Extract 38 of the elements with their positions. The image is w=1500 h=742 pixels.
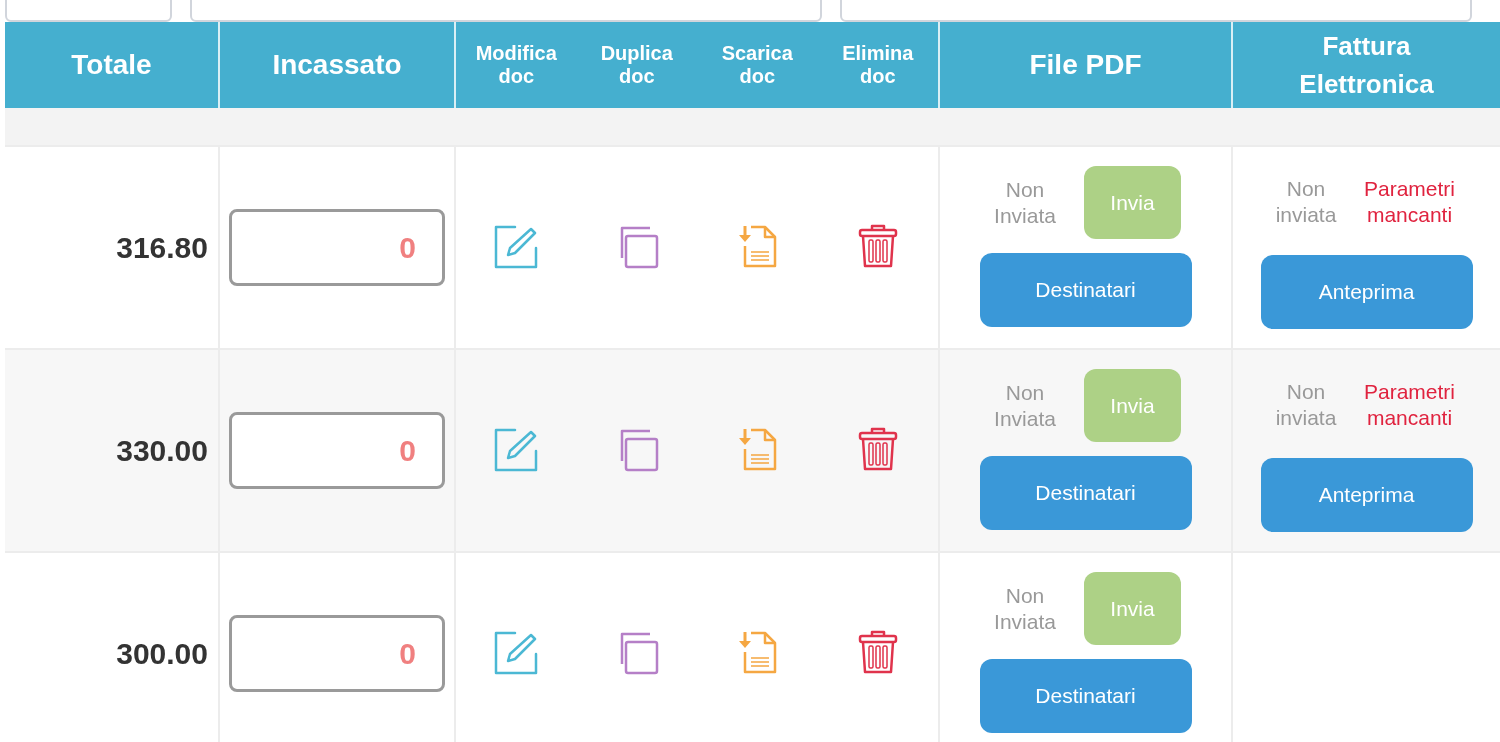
file-download-icon[interactable] bbox=[737, 426, 778, 473]
total-amount: 300.00 bbox=[116, 636, 208, 672]
column-header: Fattura Elettronica bbox=[1298, 30, 1435, 101]
column-header: Totale bbox=[71, 48, 152, 82]
send-status: Non Inviata bbox=[993, 582, 1057, 635]
send-button[interactable]: Invia bbox=[1084, 369, 1181, 442]
trash-icon[interactable] bbox=[857, 629, 898, 676]
collected-input[interactable]: 0 bbox=[229, 615, 445, 692]
collected-input[interactable]: 0 bbox=[229, 209, 445, 286]
collected-input[interactable]: 0 bbox=[229, 412, 445, 489]
recipients-button[interactable]: Destinatari bbox=[979, 456, 1192, 530]
total-amount: 316.80 bbox=[116, 230, 208, 266]
recipients-button[interactable]: Destinatari bbox=[979, 253, 1192, 327]
total-amount: 330.00 bbox=[116, 433, 208, 469]
preview-button[interactable]: Anteprima bbox=[1260, 458, 1473, 532]
error-message: Parametri mancanti bbox=[1363, 176, 1456, 228]
edit-icon[interactable] bbox=[493, 223, 540, 270]
preview-button[interactable]: Anteprima bbox=[1260, 255, 1473, 329]
column-header: Elimina doc bbox=[841, 42, 915, 88]
file-download-icon[interactable] bbox=[737, 223, 778, 270]
file-download-icon[interactable] bbox=[737, 629, 778, 676]
column-header: Duplica doc bbox=[599, 42, 674, 88]
column-header: Modifica doc bbox=[474, 42, 558, 88]
trash-icon[interactable] bbox=[857, 223, 898, 270]
column-header: Incassato bbox=[272, 48, 402, 82]
error-message: Parametri mancanti bbox=[1363, 379, 1456, 431]
send-button[interactable]: Invia bbox=[1084, 166, 1181, 239]
invoice-status: Non inviata bbox=[1274, 176, 1338, 228]
recipients-button[interactable]: Destinatari bbox=[979, 659, 1192, 733]
send-button[interactable]: Invia bbox=[1084, 572, 1181, 645]
invoice-status: Non inviata bbox=[1274, 379, 1338, 431]
trash-icon[interactable] bbox=[857, 426, 898, 473]
column-header: File PDF bbox=[1029, 48, 1142, 82]
send-status: Non Inviata bbox=[993, 379, 1057, 432]
send-status: Non Inviata bbox=[993, 176, 1057, 229]
column-header: Scarica doc bbox=[720, 42, 794, 88]
edit-icon[interactable] bbox=[493, 426, 540, 473]
edit-icon[interactable] bbox=[493, 629, 540, 676]
